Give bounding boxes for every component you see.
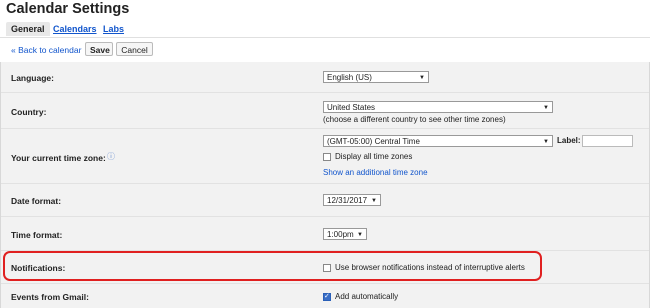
notifications-label: Notifications: xyxy=(11,263,66,273)
date-format-label: Date format: xyxy=(11,196,62,206)
page-title: Calendar Settings xyxy=(6,1,130,17)
back-to-calendar-link[interactable]: « Back to calendar xyxy=(11,45,81,55)
cancel-button[interactable]: Cancel xyxy=(116,42,153,56)
country-label: Country: xyxy=(11,107,47,117)
date-format-row: Date format: 12/31/2017 ▼ xyxy=(1,184,649,217)
date-format-select[interactable]: 12/31/2017 ▼ xyxy=(323,194,381,206)
browser-notifications-label: Use browser notifications instead of int… xyxy=(335,263,525,272)
time-format-select[interactable]: 1:00pm ▼ xyxy=(323,228,367,240)
country-row: Country: United States ▼ (choose a diffe… xyxy=(1,93,649,129)
add-automatically-label: Add automatically xyxy=(335,292,399,301)
browser-notifications-checkbox[interactable] xyxy=(323,264,331,272)
tab-labs[interactable]: Labs xyxy=(98,22,129,36)
country-hint: (choose a different country to see other… xyxy=(323,115,506,124)
country-select[interactable]: United States ▼ xyxy=(323,101,553,113)
time-format-label: Time format: xyxy=(11,230,63,240)
events-gmail-label: Events from Gmail: xyxy=(11,292,89,302)
settings-panel: Language: English (US) ▼ Country: United… xyxy=(0,62,650,308)
timezone-label: Your current time zone: xyxy=(11,153,106,163)
notifications-row: Notifications: Use browser notifications… xyxy=(1,251,649,284)
timezone-value: (GMT-05:00) Central Time xyxy=(327,137,420,146)
language-select[interactable]: English (US) ▼ xyxy=(323,71,429,83)
tab-calendars[interactable]: Calendars xyxy=(48,22,102,36)
time-format-value: 1:00pm xyxy=(327,230,354,239)
toolbar: « Back to calendar Save Cancel xyxy=(0,37,650,63)
timezone-label-input[interactable] xyxy=(582,135,633,147)
language-value: English (US) xyxy=(327,73,372,82)
save-button[interactable]: Save xyxy=(85,42,113,56)
add-automatically-checkbox[interactable] xyxy=(323,292,331,301)
chevron-down-icon: ▼ xyxy=(371,198,377,204)
help-icon[interactable]: ⓘ xyxy=(107,151,115,162)
timezone-row: Your current time zone: ⓘ (GMT-05:00) Ce… xyxy=(1,129,649,184)
chevron-down-icon: ▼ xyxy=(543,139,549,145)
timezone-label-field-label: Label: xyxy=(557,136,581,145)
language-row: Language: English (US) ▼ xyxy=(1,62,649,93)
time-format-row: Time format: 1:00pm ▼ xyxy=(1,217,649,251)
chevron-down-icon: ▼ xyxy=(419,75,425,81)
timezone-select[interactable]: (GMT-05:00) Central Time ▼ xyxy=(323,135,553,147)
display-all-timezones-checkbox[interactable] xyxy=(323,153,331,161)
events-gmail-row: Events from Gmail: Add automatically xyxy=(1,284,649,308)
display-all-timezones-label: Display all time zones xyxy=(335,152,413,161)
language-label: Language: xyxy=(11,73,54,83)
tab-general[interactable]: General xyxy=(6,22,50,36)
chevron-down-icon: ▼ xyxy=(357,232,363,238)
country-value: United States xyxy=(327,103,376,112)
date-format-value: 12/31/2017 xyxy=(327,196,368,205)
chevron-down-icon: ▼ xyxy=(543,105,549,111)
additional-timezone-link[interactable]: Show an additional time zone xyxy=(323,168,428,177)
